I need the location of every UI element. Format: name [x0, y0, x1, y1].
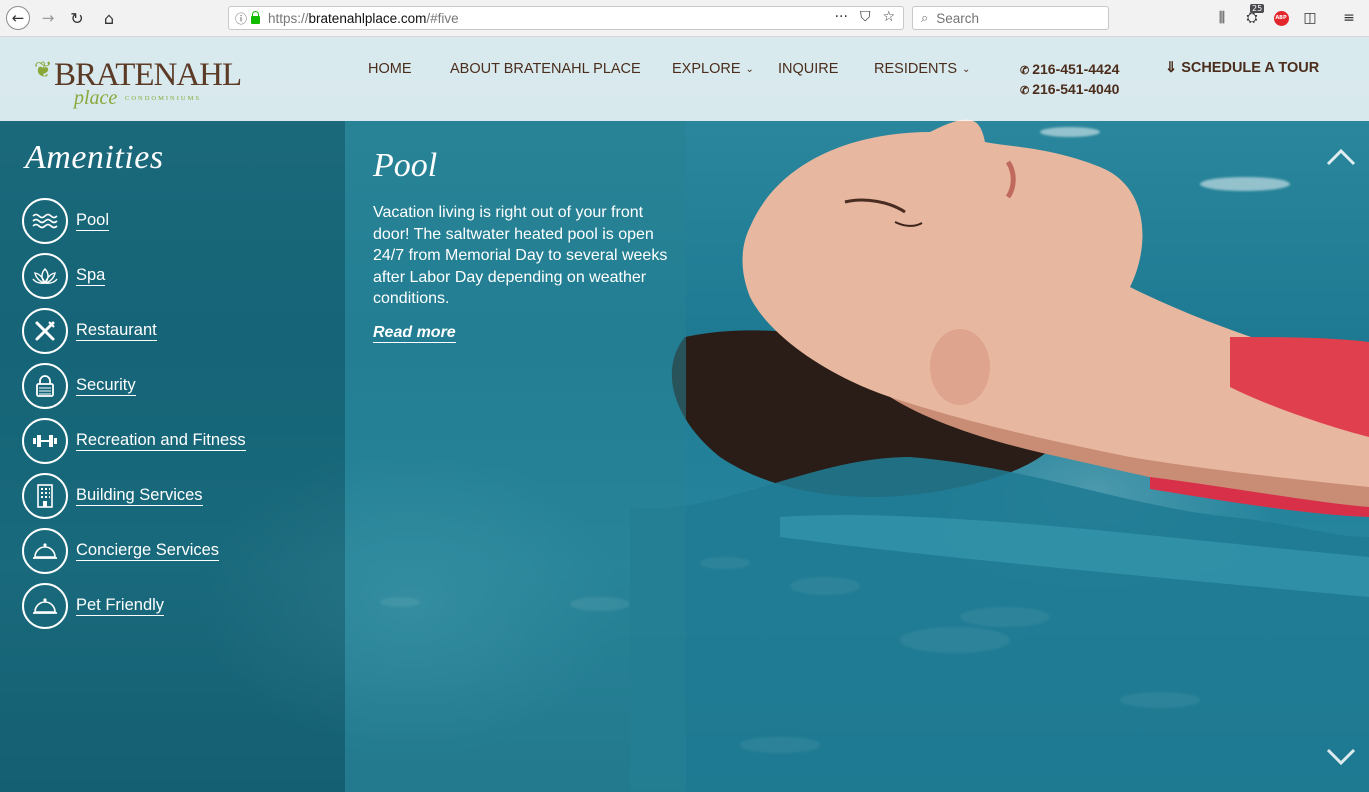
- detail-title: Pool: [373, 147, 438, 184]
- forward-icon[interactable]: →: [38, 6, 58, 30]
- site-header: ❦ BRATENAHL place CONDOMINIUMS HOME ABOU…: [0, 37, 1369, 121]
- nav-inquire-label: INQUIRE: [778, 61, 839, 77]
- url-scheme: https://: [268, 10, 309, 26]
- url-path: /#five: [426, 10, 459, 26]
- amenities-panel: Amenities Pool Spa Restaurant Security R…: [0, 121, 345, 792]
- nav-about[interactable]: ABOUT BRATENAHL PLACE: [450, 61, 641, 77]
- back-icon[interactable]: ←: [6, 6, 30, 30]
- phone-numbers: ✆ 216-451-4424 ✆ 216-541-4040: [1020, 60, 1119, 100]
- nav-home-label: HOME: [368, 61, 412, 77]
- nav-residents[interactable]: RESIDENTS ⌄: [874, 61, 970, 77]
- url-bar[interactable]: ⓘ https://bratenahlplace.com/#five ··· ⛉…: [228, 6, 904, 30]
- reload-icon[interactable]: ↻: [66, 6, 88, 30]
- nav-explore-label: EXPLORE: [672, 61, 741, 77]
- amenity-label: Pool: [76, 211, 110, 231]
- dumbbell-icon: [22, 418, 68, 464]
- home-icon[interactable]: ⌂: [98, 6, 120, 30]
- amenity-label: Concierge Services: [76, 541, 220, 561]
- phone-link-1[interactable]: ✆ 216-451-4424: [1020, 60, 1119, 80]
- chevron-down-icon: ⌄: [962, 63, 971, 75]
- amenity-label: Pet Friendly: [76, 596, 165, 616]
- menu-icon[interactable]: ≡: [1338, 8, 1360, 28]
- amenity-label: Spa: [76, 266, 106, 286]
- sidebar-icon[interactable]: ◫: [1300, 8, 1320, 28]
- amenity-detail-panel: Pool Vacation living is right out of you…: [345, 121, 686, 792]
- info-icon[interactable]: ⓘ: [235, 10, 247, 27]
- schedule-tour-link[interactable]: ⇓ SCHEDULE A TOUR: [1165, 60, 1319, 76]
- search-bar[interactable]: ⌕: [912, 6, 1109, 30]
- chevron-up-icon[interactable]: [1326, 147, 1356, 167]
- lotus-icon: [22, 253, 68, 299]
- read-more-link[interactable]: Read more: [373, 323, 456, 343]
- more-icon[interactable]: ···: [835, 9, 848, 25]
- amenity-concierge-services[interactable]: Concierge Services: [22, 528, 220, 574]
- phone-icon: ✆: [1020, 85, 1030, 97]
- amenity-building-services[interactable]: Building Services: [22, 473, 203, 519]
- amenity-label: Security: [76, 376, 136, 396]
- phone-icon: ✆: [1020, 65, 1030, 77]
- site-logo[interactable]: ❦ BRATENAHL place CONDOMINIUMS: [34, 45, 242, 111]
- amenities-title: Amenities: [25, 139, 164, 176]
- logo-tagline: CONDOMINIUMS: [125, 95, 202, 102]
- search-icon: ⌕: [921, 10, 929, 26]
- url-text[interactable]: https://bratenahlplace.com/#five: [268, 11, 459, 26]
- service-bell-icon: [22, 528, 68, 574]
- nav-residents-label: RESIDENTS: [874, 61, 957, 77]
- hero-photo: [630, 119, 1369, 792]
- logo-subtext: place: [74, 87, 118, 109]
- amenity-security[interactable]: Security: [22, 363, 136, 409]
- amenity-label: Recreation and Fitness: [76, 431, 246, 451]
- phone-2: 216-541-4040: [1032, 81, 1120, 97]
- leaf-icon: ❦: [34, 57, 53, 82]
- amenity-pool[interactable]: Pool: [22, 198, 110, 244]
- service-bell-icon: [22, 583, 68, 629]
- padlock-icon: [22, 363, 68, 409]
- amenity-recreation-fitness[interactable]: Recreation and Fitness: [22, 418, 246, 464]
- browser-toolbar: ← → ↻ ⌂ ⓘ https://bratenahlplace.com/#fi…: [0, 0, 1369, 37]
- library-icon[interactable]: ⫼: [1212, 8, 1232, 28]
- person-icon: ⇓: [1165, 60, 1178, 76]
- phone-1: 216-451-4424: [1032, 61, 1120, 77]
- amenity-spa[interactable]: Spa: [22, 253, 106, 299]
- building-icon: [22, 473, 68, 519]
- nav-explore[interactable]: EXPLORE ⌄: [672, 61, 754, 77]
- page-viewport: ❦ BRATENAHL place CONDOMINIUMS HOME ABOU…: [0, 37, 1369, 792]
- nav-inquire[interactable]: INQUIRE: [778, 61, 838, 77]
- pocket-icon[interactable]: ⛉: [860, 9, 871, 25]
- lock-icon[interactable]: [251, 11, 261, 24]
- amenity-pet-friendly[interactable]: Pet Friendly: [22, 583, 165, 629]
- chevron-down-icon: ⌄: [745, 63, 754, 75]
- schedule-tour-label: SCHEDULE A TOUR: [1181, 60, 1320, 76]
- amenity-label: Restaurant: [76, 321, 157, 341]
- chevron-down-icon[interactable]: [1326, 747, 1356, 767]
- fork-knife-icon: [22, 308, 68, 354]
- search-input[interactable]: [934, 9, 1099, 27]
- adblock-icon[interactable]: ABP: [1272, 8, 1290, 28]
- url-domain: bratenahlplace.com: [308, 10, 427, 26]
- phone-link-2[interactable]: ✆ 216-541-4040: [1020, 80, 1119, 100]
- nav-home[interactable]: HOME: [368, 61, 412, 77]
- amenity-label: Building Services: [76, 486, 203, 506]
- amenity-restaurant[interactable]: Restaurant: [22, 308, 157, 354]
- extension-badge: 25: [1250, 4, 1265, 13]
- detail-description: Vacation living is right out of your fro…: [373, 204, 668, 307]
- waves-icon: [22, 198, 68, 244]
- adblock-label: ABP: [1273, 10, 1289, 26]
- bookmark-star-icon[interactable]: ☆: [882, 9, 895, 25]
- nav-about-label: ABOUT BRATENAHL PLACE: [450, 61, 641, 77]
